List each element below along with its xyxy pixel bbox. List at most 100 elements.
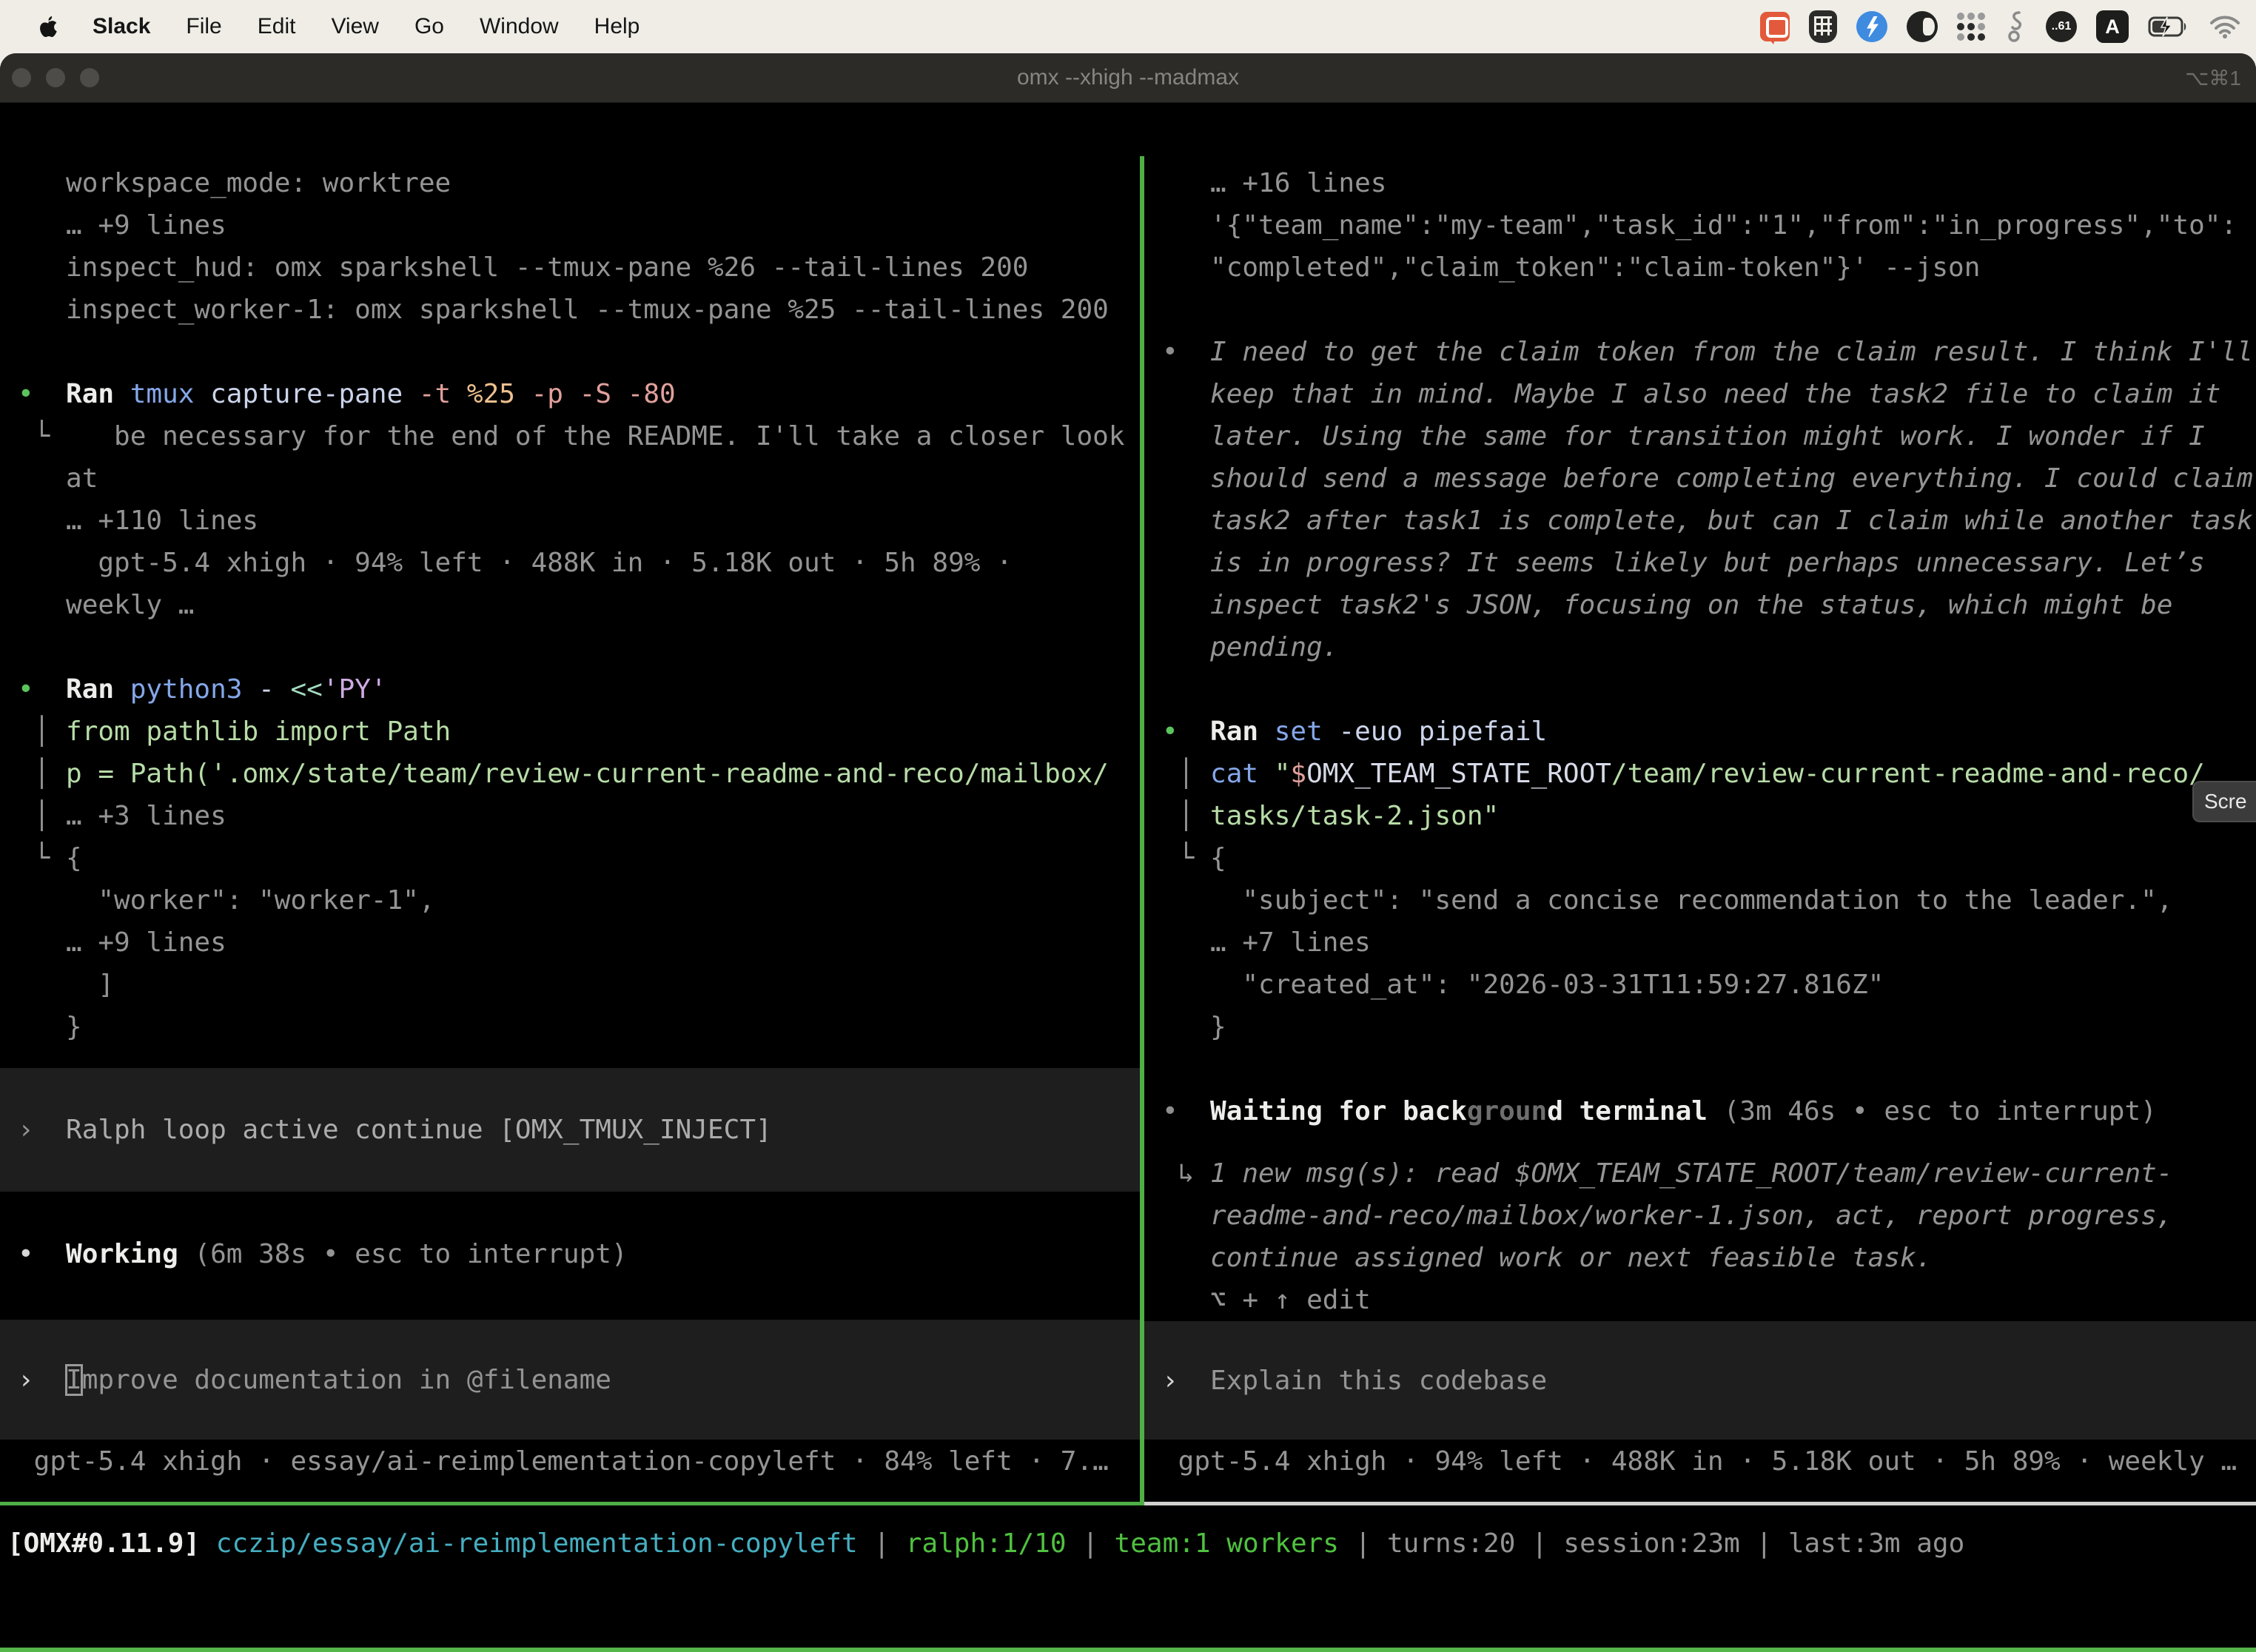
- text-segment: should send a message before completing …: [1162, 463, 2253, 494]
- battery-icon[interactable]: [2148, 16, 2189, 38]
- text-segment: ↳: [1162, 1158, 1210, 1189]
- spacer: [18, 1048, 1140, 1068]
- wifi-icon[interactable]: [2209, 15, 2241, 38]
- text-segment: •: [1162, 1096, 1210, 1126]
- text-segment: "completed","claim_token":"claim-token"}…: [1162, 252, 1980, 283]
- prompt-input-band[interactable]: › Improve documentation in @filename: [0, 1320, 1140, 1440]
- text-segment: ]: [18, 970, 114, 1000]
- text-segment: inspect_hud: omx sparkshell --tmux-pane …: [18, 252, 1028, 283]
- terminal-line: '{"team_name":"my-team","task_id":"1","f…: [1162, 204, 2256, 246]
- terminal-line: … +7 lines: [1162, 921, 2256, 964]
- text-segment: |: [1067, 1528, 1115, 1559]
- window-title: omx --xhigh --madmax: [0, 65, 2256, 90]
- text-segment: '{"team_name":"my-team","task_id":"1","f…: [1162, 210, 2237, 241]
- text-segment: gpt-5.4 xhigh · 94% left · 488K in · 5.1…: [1162, 1446, 2237, 1477]
- ran-tmux-command-line: • Ran tmux capture-pane -t %25 -p -S -80: [18, 373, 1140, 415]
- prompt-input-band-text: › Explain this codebase: [1162, 1360, 1547, 1402]
- text-segment: python3: [130, 674, 258, 705]
- text-segment: I need to get the claim token from the c…: [1210, 337, 2253, 367]
- menu-view[interactable]: View: [313, 14, 396, 39]
- moon-crescent-icon[interactable]: [1907, 11, 1938, 42]
- thinking-line: task2 after task1 is complete, but can I…: [1162, 500, 2256, 542]
- terminal-line: … +9 lines: [18, 204, 1140, 246]
- thinking-line: later. Using the same for transition mig…: [1162, 415, 2256, 457]
- text-segment: … +7 lines: [1162, 927, 1371, 958]
- menu-file[interactable]: File: [168, 14, 239, 39]
- text-segment: | turns:20 | session:23m | last:3m ago: [1339, 1528, 1964, 1559]
- model-status-line: gpt-5.4 xhigh · 94% left · 488K in · 5.1…: [1162, 1440, 2256, 1483]
- text-segment: at: [18, 463, 98, 494]
- text-segment: ›: [18, 1365, 66, 1395]
- window-titlebar[interactable]: omx --xhigh --madmax ⌥⌘1: [0, 53, 2256, 103]
- terminal-line: weekly …: [18, 584, 1140, 626]
- terminal-line: [1162, 668, 2256, 711]
- text-segment: tasks/task-2.json": [1210, 801, 1499, 831]
- a-square-icon[interactable]: A: [2096, 10, 2129, 43]
- menu-go[interactable]: Go: [397, 14, 462, 39]
- text-segment: |: [858, 1528, 906, 1559]
- thinking-line: pending.: [1162, 626, 2256, 668]
- shield-grid-icon[interactable]: [1809, 10, 1837, 43]
- text-segment: (3m 46s • esc to interrupt): [1724, 1096, 2157, 1126]
- text-segment: OMX_TEAM_STATE_ROOT: [1306, 759, 1611, 789]
- text-segment: team:1 workers: [1115, 1528, 1339, 1559]
- ralph-loop-band-text: › Ralph loop active continue [OMX_TMUX_I…: [18, 1109, 772, 1151]
- text-segment: ›: [1162, 1366, 1210, 1396]
- terminal-line: [18, 331, 1140, 373]
- text-segment: -t: [419, 379, 467, 409]
- text-segment: d terminal: [1547, 1096, 1723, 1126]
- text-segment: -S: [580, 379, 628, 409]
- tmux-pane-right[interactable]: … +16 lines '{"team_name":"my-team","tas…: [1144, 156, 2256, 1502]
- menu-window[interactable]: Window: [462, 14, 577, 39]
- prompt-input-band[interactable]: › Explain this codebase: [1144, 1321, 2256, 1440]
- spacer: [1162, 1132, 2256, 1152]
- text-segment: keep that in mind. Maybe I also need the…: [1162, 379, 2220, 409]
- text-segment: Ran: [66, 379, 130, 409]
- text-segment: inspect task2's JSON, focusing on the st…: [1162, 590, 2172, 620]
- tmux-status-bar: [omx-cczip0:bash* "MacBook-Pro-44.local"…: [0, 1648, 2256, 1652]
- text-segment: $: [1290, 759, 1306, 789]
- text-segment: [200, 1528, 216, 1559]
- percent-badge-icon[interactable]: ..61: [2046, 11, 2077, 42]
- text-segment: %25: [467, 379, 531, 409]
- squiggle-icon[interactable]: [2004, 10, 2027, 44]
- zigzag-badge-icon[interactable]: [1856, 11, 1887, 42]
- tmux-pane-left[interactable]: workspace_mode: worktree … +9 lines insp…: [0, 156, 1140, 1502]
- terminal-line: "created_at": "2026-03-31T11:59:27.816Z": [1162, 964, 2256, 1006]
- text-segment: from pathlib import Path: [66, 716, 451, 747]
- text-segment: groun: [1467, 1096, 1547, 1126]
- terminal-line: └ {: [1162, 837, 2256, 879]
- ran-python-command-line: • Ran python3 - <<'PY': [18, 668, 1140, 711]
- text-segment: … +9 lines: [18, 210, 226, 241]
- chat-icon[interactable]: [1760, 12, 1790, 41]
- terminal-line: "completed","claim_token":"claim-token"}…: [1162, 246, 2256, 289]
- menu-edit[interactable]: Edit: [240, 14, 314, 39]
- dots-grid-icon[interactable]: [1957, 13, 1985, 41]
- text-segment: •: [18, 379, 66, 409]
- text-segment: Explain this codebase: [1210, 1366, 1547, 1396]
- text-segment: │: [18, 716, 66, 747]
- apple-logo-icon[interactable]: [33, 15, 75, 38]
- terminal-content: workspace_mode: worktree … +9 lines insp…: [0, 156, 2256, 1652]
- menu-help[interactable]: Help: [577, 14, 658, 39]
- terminal-line: "worker": "worker-1",: [18, 879, 1140, 921]
- terminal-line: ]: [18, 964, 1140, 1006]
- terminal-line: │ from pathlib import Path: [18, 711, 1140, 753]
- terminal-line: … +110 lines: [18, 500, 1140, 542]
- text-segment: Ran: [1210, 716, 1275, 747]
- text-segment: task2 after task1 is complete, but can I…: [1162, 506, 2253, 536]
- text-segment: }: [1162, 1012, 1226, 1042]
- text-segment: /team/review-current-readme-and-reco/: [1611, 759, 2205, 789]
- text-segment: I: [66, 1365, 82, 1395]
- terminal-line: … +9 lines: [18, 921, 1140, 964]
- app-menu-slack[interactable]: Slack: [75, 14, 168, 39]
- spacer: [18, 1192, 1140, 1233]
- text-segment: continue assigned work or next feasible …: [1162, 1243, 1932, 1273]
- thinking-line: is in progress? It seems likely but perh…: [1162, 542, 2256, 584]
- terminal-line: [18, 626, 1140, 668]
- ralph-loop-band[interactable]: › Ralph loop active continue [OMX_TMUX_I…: [0, 1068, 1140, 1192]
- thinking-line: keep that in mind. Maybe I also need the…: [1162, 373, 2256, 415]
- text-segment: set: [1275, 716, 1339, 747]
- terminal-line: └ {: [18, 837, 1140, 879]
- text-segment: ": [1275, 759, 1291, 789]
